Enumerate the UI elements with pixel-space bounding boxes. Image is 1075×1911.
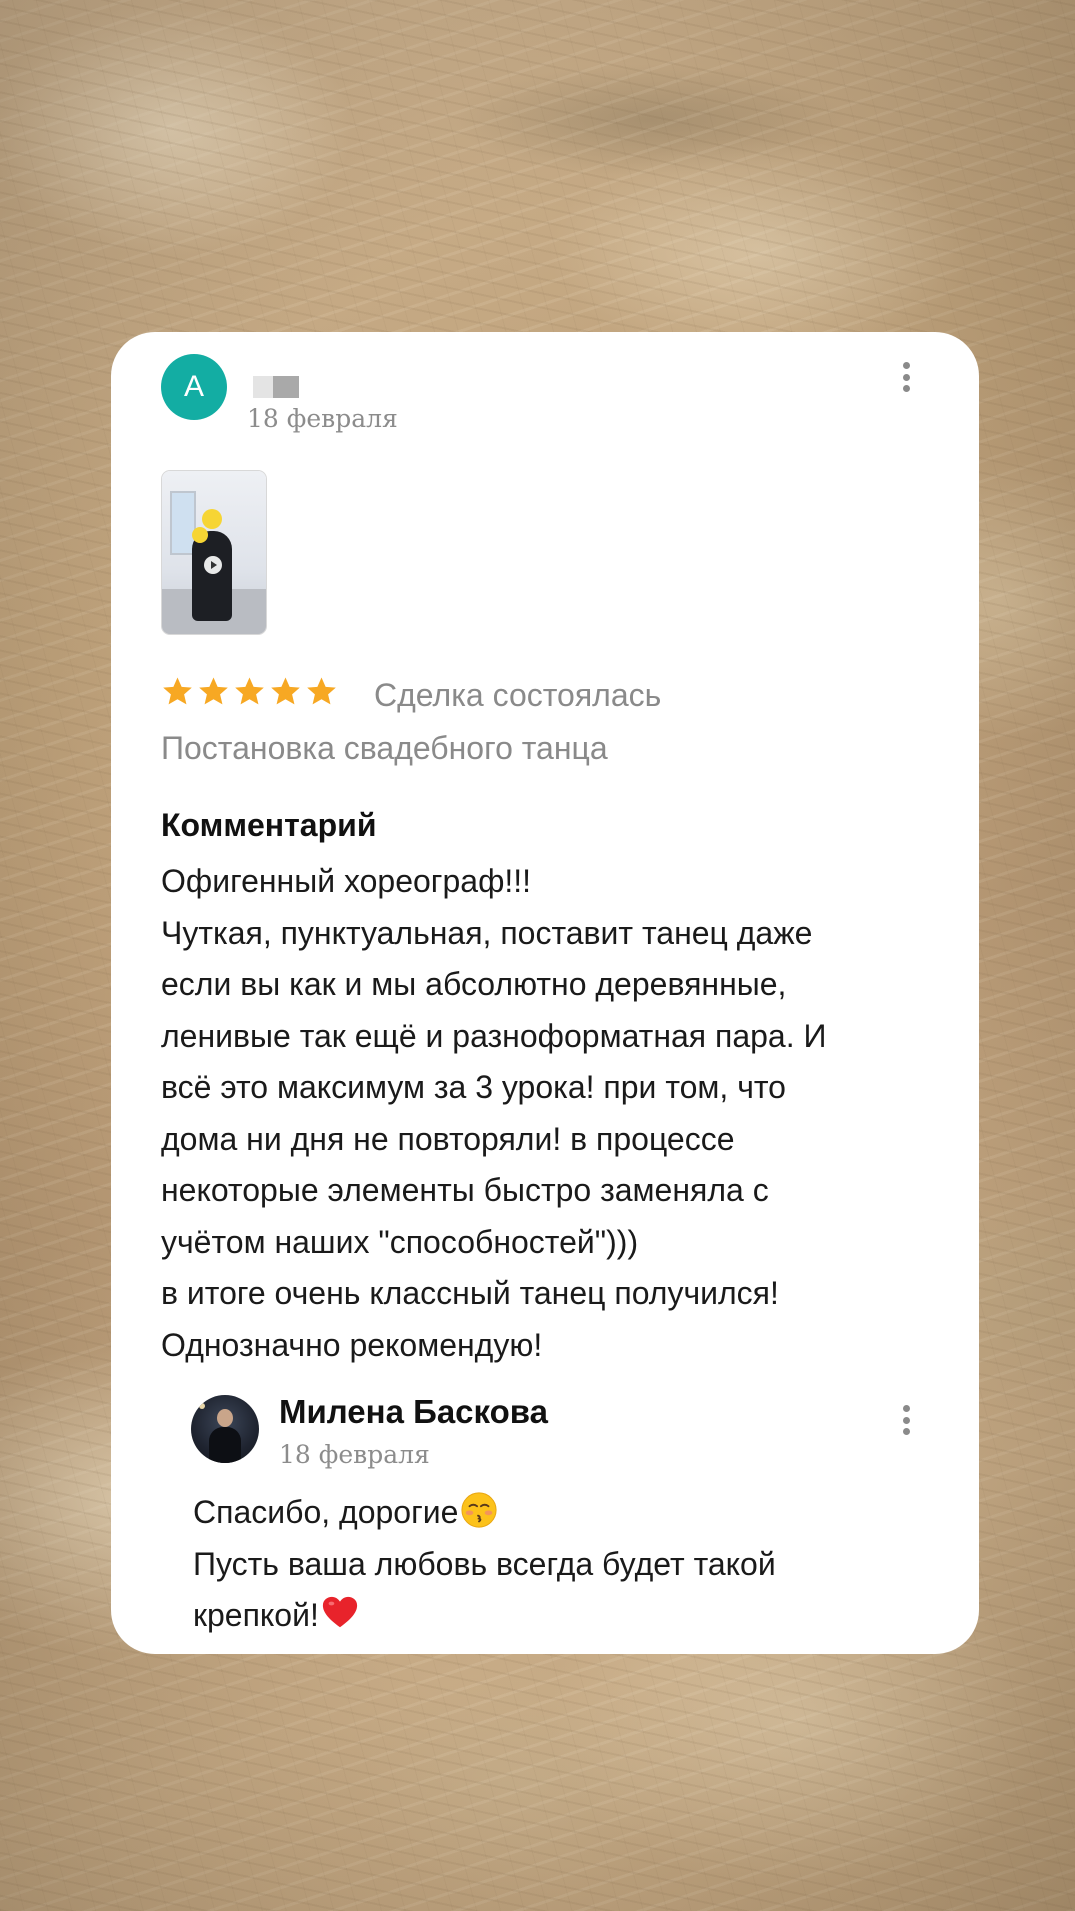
comment-line: дома ни дня не повторяли! в процессе <box>161 1120 735 1157</box>
reply-more-icon[interactable] <box>901 1405 911 1435</box>
star-icon <box>307 677 336 705</box>
reply-line-text: крепкой! <box>193 1597 319 1633</box>
review-more-icon[interactable] <box>901 362 911 392</box>
smiley-sticker-icon <box>202 509 222 529</box>
reviewer-name-censored <box>253 376 299 398</box>
reviewer-avatar[interactable]: A <box>161 354 227 420</box>
reply-text: Спасибо, дорогие Пусть ваша любовь всегд… <box>193 1487 953 1642</box>
comment-line: Однозначно рекомендую! <box>161 1326 543 1363</box>
star-icon <box>271 677 300 705</box>
replier-name[interactable]: Милена Баскова <box>279 1393 548 1431</box>
review-date: 18 февраля <box>247 404 398 433</box>
star-icon <box>199 677 228 705</box>
rating-stars <box>161 675 338 711</box>
red-heart-emoji-icon <box>322 1596 357 1628</box>
review-video-thumbnail[interactable] <box>162 471 266 634</box>
star-icon <box>235 677 264 705</box>
comment-line: Чуткая, пунктуальная, поставит танец даж… <box>161 914 813 951</box>
deal-status: Сделка состоялась <box>374 677 662 713</box>
replier-avatar[interactable] <box>191 1395 259 1463</box>
comment-line: ленивые так ещё и разноформатная пара. И <box>161 1017 827 1054</box>
comment-line: Офигенный хореограф!!! <box>161 863 532 899</box>
smiley-sticker-icon <box>192 527 208 543</box>
comment-line: некоторые элементы быстро заменяла с <box>161 1172 769 1208</box>
star-icon <box>163 677 192 705</box>
comment-text: Офигенный хореограф!!! Чуткая, пунктуаль… <box>161 856 951 1371</box>
play-icon[interactable] <box>204 556 222 574</box>
reply-line: Спасибо, дорогие <box>193 1487 953 1539</box>
kissing-face-emoji-icon <box>461 1492 497 1528</box>
comment-line: всё это максимум за 3 урока! при том, чт… <box>161 1069 786 1105</box>
review-card: A 18 февраля Сделка состоялась Постановк… <box>111 332 979 1654</box>
comment-line: в итоге очень классный танец получился! <box>161 1275 779 1311</box>
comment-line: если вы как и мы абсолютно деревянные, <box>161 966 787 1002</box>
thumbnail-person <box>192 531 232 621</box>
reply-line: крепкой! <box>193 1590 953 1642</box>
service-name: Постановка свадебного танца <box>161 730 608 766</box>
reply-line-text: Спасибо, дорогие <box>193 1494 459 1530</box>
comment-line: учётом наших "способностей"))) <box>161 1223 639 1260</box>
reply-line: Пусть ваша любовь всегда будет такой <box>193 1545 776 1582</box>
comment-heading: Комментарий <box>161 807 377 843</box>
reply-date: 18 февраля <box>279 1440 430 1469</box>
